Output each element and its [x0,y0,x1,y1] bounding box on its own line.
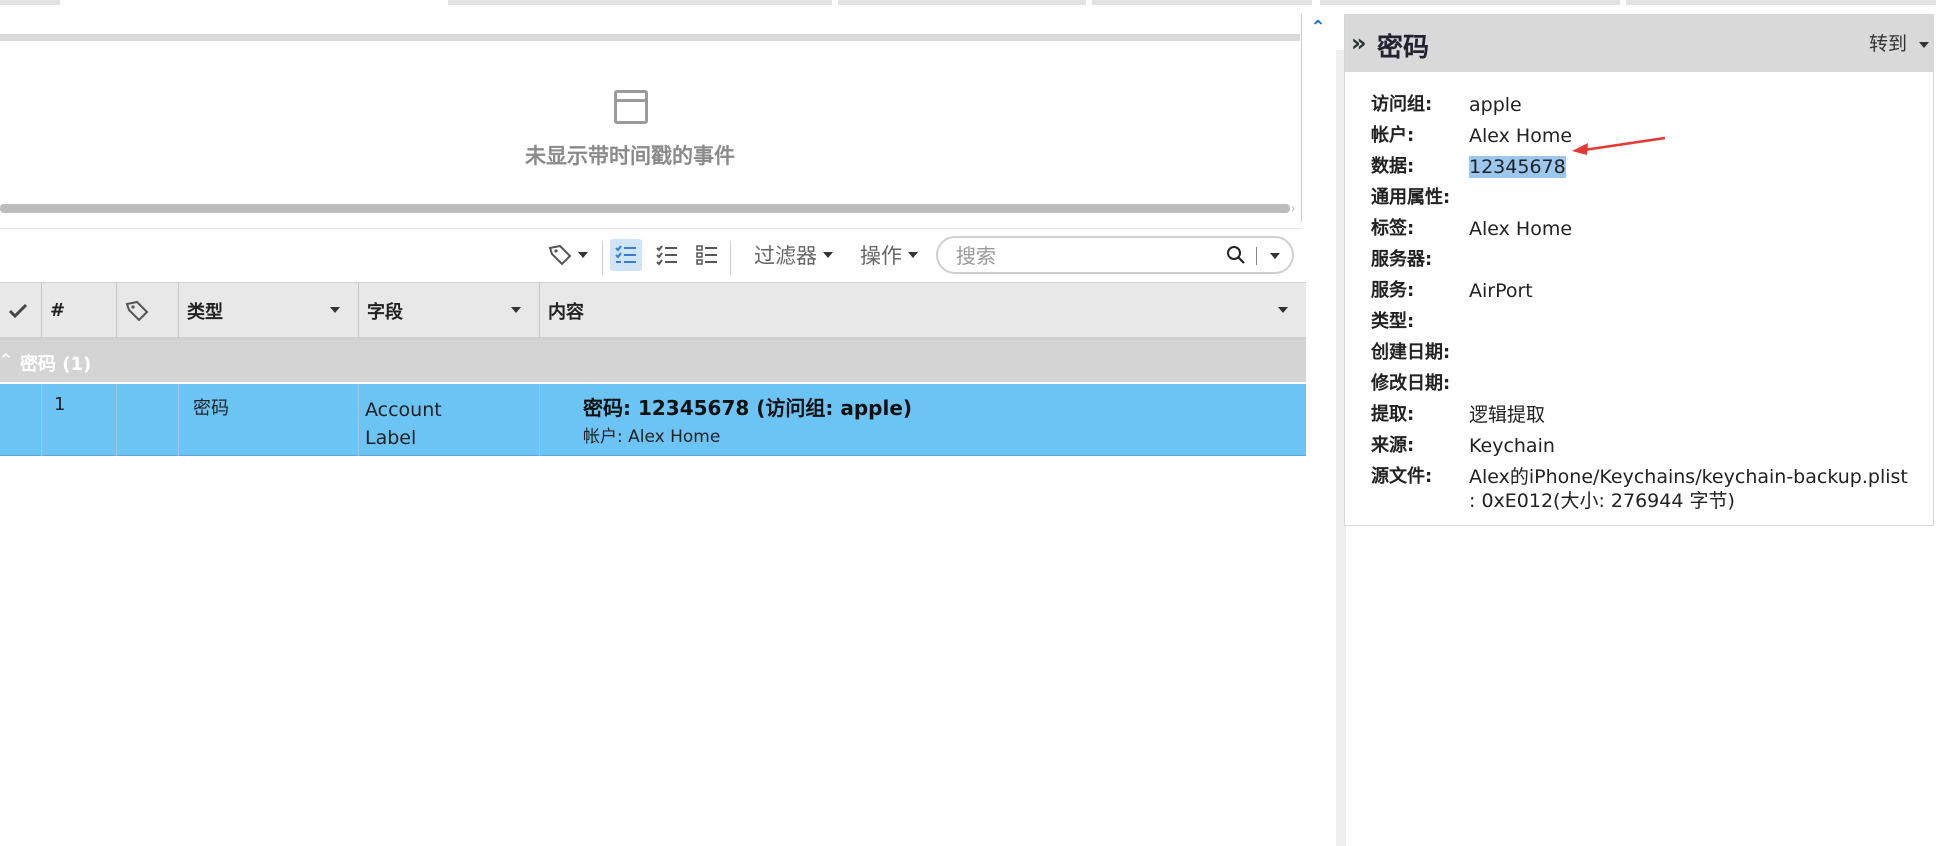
search-options-chevron-icon[interactable] [1270,253,1280,259]
checklist-icon [615,245,636,263]
chevron-up-icon[interactable]: ^ [0,352,12,368]
column-tag[interactable] [117,283,179,338]
table-header: # 类型 字段 内容 [0,282,1306,340]
actions-label: 操作 [860,244,902,268]
row-index-cell: 1 [42,384,117,456]
window-icon [614,90,648,124]
table-row[interactable]: 1 密码 Account Label 密码: 12345678 (访问组: ap… [0,384,1306,456]
column-content[interactable]: 内容 [540,283,1306,338]
filter-label: 过滤器 [754,244,817,268]
timeline-panel: 未显示带时间戳的事件 › [0,14,1302,222]
tag-icon [548,244,572,266]
list-unchecked-icon [696,245,717,265]
chevron-down-icon [823,252,833,258]
search-box [936,236,1294,274]
column-check[interactable] [0,283,42,338]
details-header: » 密码 转到 [1345,15,1933,72]
chevron-down-icon [1919,41,1930,48]
chevron-down-icon[interactable] [1278,307,1288,313]
chevron-down-icon[interactable] [511,307,521,313]
row-checkbox-cell[interactable] [0,384,42,456]
checkmark-icon [8,303,28,318]
timeline-header-bar [0,34,1300,41]
column-number[interactable]: # [42,283,117,338]
row-field-text: Account Label [365,399,442,449]
search-input[interactable] [956,244,1206,268]
goto-dropdown[interactable]: 转到 [1869,29,1930,56]
timeline-empty-message: 未显示带时间戳的事件 [525,144,735,168]
column-field[interactable]: 字段 [359,283,540,338]
chevron-down-icon[interactable] [330,307,340,313]
column-type[interactable]: 类型 [179,283,359,338]
tab-segment[interactable] [838,0,1086,5]
highlighted-value[interactable]: 12345678 [1469,156,1566,178]
tab-segment[interactable] [1626,0,1936,5]
horizontal-scrollbar[interactable] [0,204,1290,213]
tab-strip [0,0,1943,6]
uncheck-all-button[interactable] [696,229,718,281]
results-table: # 类型 字段 内容 ^ 密码 (1) 1 密码 Account Label 密… [0,282,1306,456]
double-chevron-right-icon[interactable]: » [1351,29,1367,57]
tab-segment[interactable] [0,0,60,5]
chevron-down-icon [578,252,588,258]
details-title: 密码 [1377,33,1430,63]
row-tag-cell[interactable] [117,384,179,456]
tab-segment[interactable] [448,0,832,5]
row-type-cell: 密码 [179,384,359,456]
annotation-arrow-icon [1572,136,1666,155]
filter-dropdown[interactable]: 过滤器 [754,229,833,281]
check-all-button[interactable] [656,229,678,281]
group-label: 密码 (1) [20,354,92,375]
collapse-up-icon[interactable]: ⌃ [1306,16,1330,40]
tab-segment[interactable] [1320,0,1620,5]
tag-icon [125,300,149,321]
actions-dropdown[interactable]: 操作 [860,229,918,281]
checklist-all-icon [656,245,677,266]
row-content-main: 密码: 12345678 (访问组: apple) [583,396,913,420]
scroll-right-arrow-icon[interactable]: › [1291,202,1300,215]
tab-segment[interactable] [1092,0,1312,5]
tag-menu-button[interactable] [548,229,588,281]
chevron-down-icon [908,252,918,258]
search-icon[interactable] [1226,245,1246,265]
check-list-selected-button[interactable] [610,239,642,271]
details-panel: » 密码 转到 访问组: apple 帐户: Alex Home 数据: 123… [1344,14,1934,526]
row-content-sub: 帐户: Alex Home [583,427,721,447]
group-row-password[interactable]: ^ 密码 (1) [0,340,1306,384]
